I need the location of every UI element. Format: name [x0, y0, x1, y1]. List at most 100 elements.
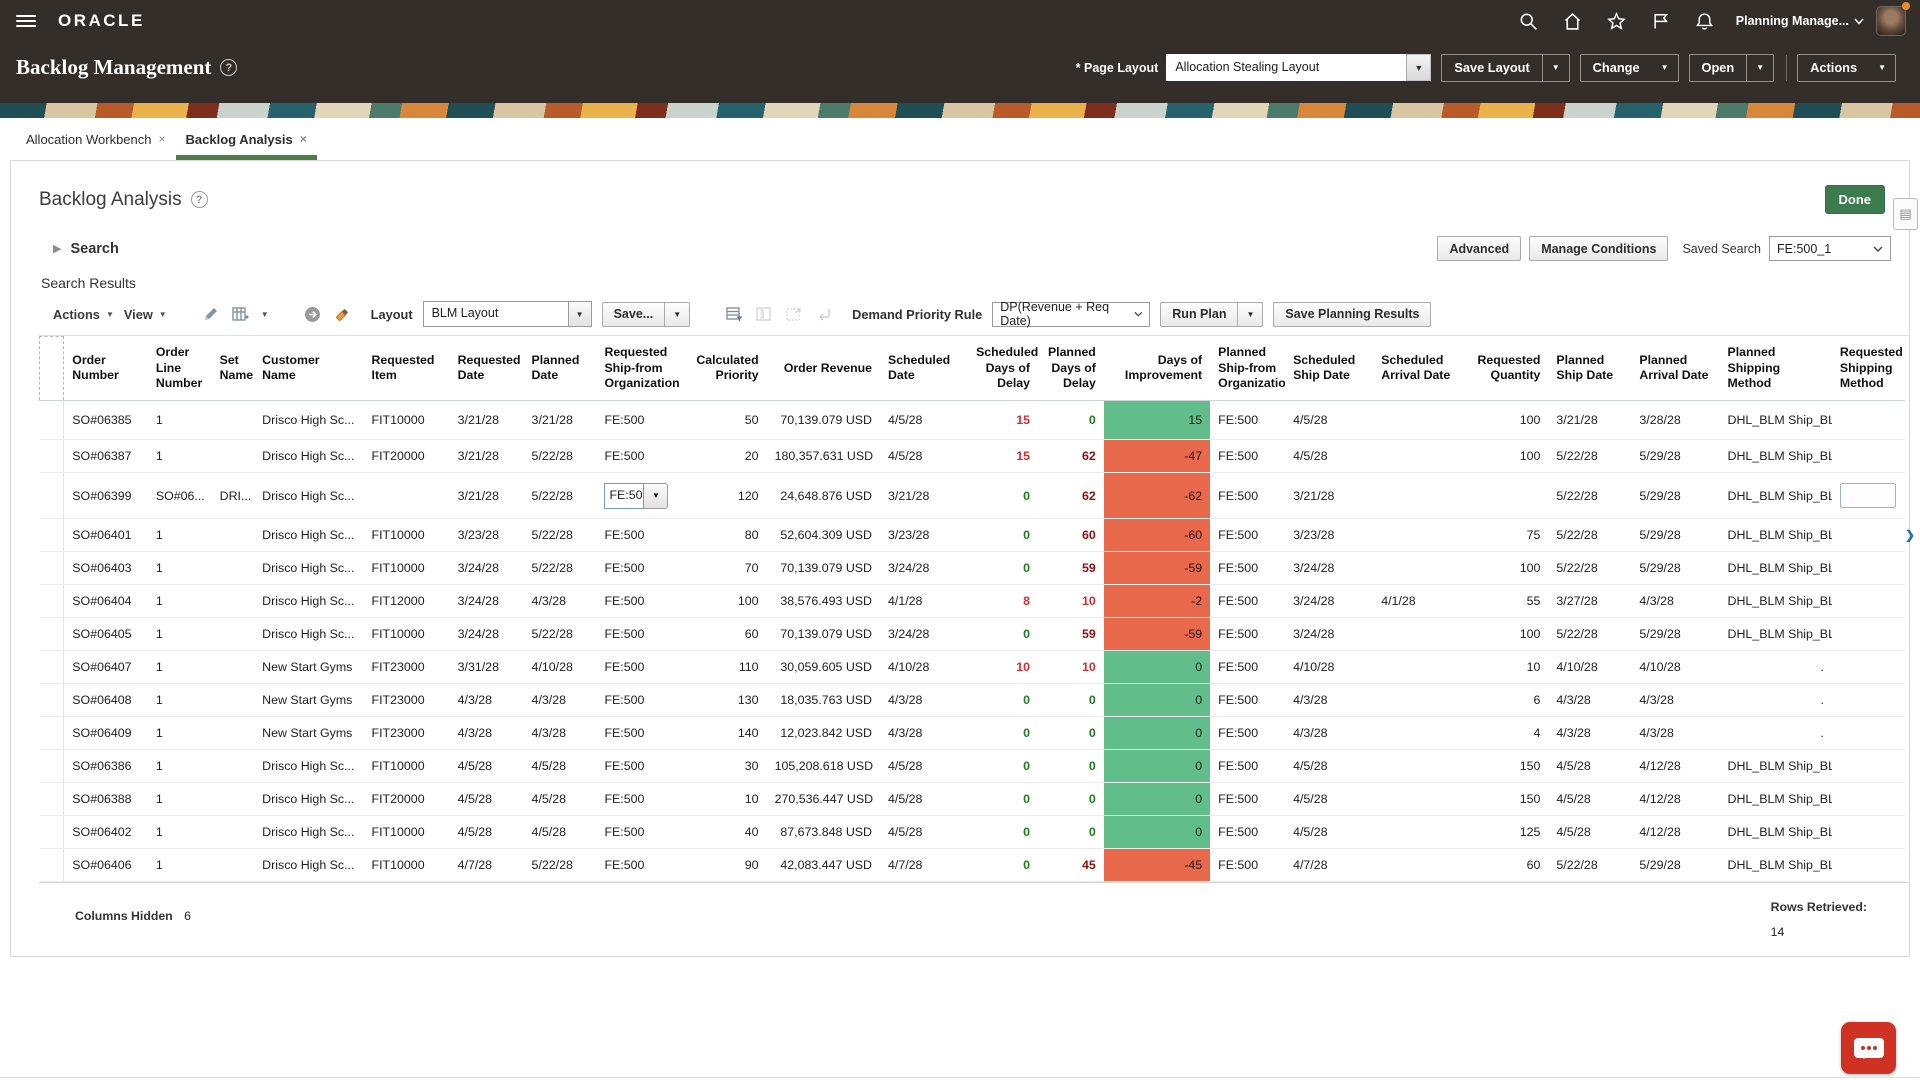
row-select-gutter[interactable] — [40, 552, 64, 585]
layout-select[interactable]: BLM Layout ▼ — [423, 301, 592, 327]
tab-close-icon[interactable]: × — [300, 132, 307, 146]
go-to-row-icon[interactable] — [303, 304, 323, 324]
header-actions-button[interactable]: Actions▼ — [1797, 54, 1896, 82]
done-button[interactable]: Done — [1825, 185, 1886, 214]
scroll-right-arrow-icon[interactable]: ❯ — [1905, 528, 1915, 542]
manage-conditions-button[interactable]: Manage Conditions — [1529, 236, 1668, 261]
column-header-improve[interactable]: Days of Improvement — [1104, 337, 1210, 401]
help-icon[interactable]: ? — [220, 59, 237, 76]
edit-pencil-icon[interactable] — [201, 304, 221, 324]
panel-help-icon[interactable]: ? — [191, 191, 208, 208]
tab-backlog-analysis[interactable]: Backlog Analysis × — [176, 118, 317, 160]
table-row[interactable]: SO#064021Drisco High Sc...FIT100004/5/28… — [40, 816, 1906, 849]
flag-icon[interactable] — [1650, 10, 1672, 32]
page-layout-select[interactable]: Allocation Stealing Layout ▼ — [1166, 54, 1431, 81]
row-select-gutter[interactable] — [40, 618, 64, 651]
row-select-gutter[interactable] — [40, 473, 64, 519]
cell-set — [212, 519, 255, 552]
select-all-gutter[interactable] — [40, 337, 64, 401]
column-header-plan_delay[interactable]: Planned Days of Delay — [1038, 337, 1104, 401]
requested-shipping-method-input[interactable] — [1840, 483, 1896, 508]
column-header-req_date[interactable]: Requested Date — [450, 337, 524, 401]
table-row[interactable]: SO#063851Drisco High Sc...FIT100003/21/2… — [40, 401, 1906, 440]
home-icon[interactable] — [1562, 10, 1584, 32]
page-layout-dropdown-button[interactable]: ▼ — [1406, 54, 1431, 81]
run-plan-button[interactable]: Run Plan▼ — [1160, 302, 1263, 327]
hamburger-menu-icon[interactable] — [16, 15, 36, 27]
table-row[interactable]: SO#063871Drisco High Sc...FIT200003/21/2… — [40, 440, 1906, 473]
row-select-gutter[interactable] — [40, 816, 64, 849]
cell-revenue: 180,357.631 USD — [767, 440, 880, 473]
column-header-plan_org[interactable]: Planned Ship-from Organization — [1210, 337, 1285, 401]
column-header-plan_arr[interactable]: Planned Arrival Date — [1631, 337, 1719, 401]
column-header-sched_arr[interactable]: Scheduled Arrival Date — [1373, 337, 1464, 401]
saved-search-select[interactable]: FE:500_1 — [1769, 236, 1891, 261]
manage-columns-icon[interactable] — [231, 304, 251, 324]
cell-priority: 50 — [682, 401, 767, 440]
demand-priority-rule-select[interactable]: DP(Revenue + Req Date) — [992, 302, 1150, 327]
column-header-sched_delay[interactable]: Scheduled Days of Delay — [968, 337, 1038, 401]
row-select-gutter[interactable] — [40, 717, 64, 750]
row-select-gutter[interactable] — [40, 684, 64, 717]
ship-org-combobox[interactable]: FE:50▼ — [604, 483, 668, 509]
combobox-dropdown-icon[interactable]: ▼ — [644, 483, 668, 509]
row-select-gutter[interactable] — [40, 750, 64, 783]
table-row[interactable]: SO#064031Drisco High Sc...FIT100003/24/2… — [40, 552, 1906, 585]
table-row[interactable]: SO#064011Drisco High Sc...FIT100003/23/2… — [40, 519, 1906, 552]
table-row[interactable]: SO#064061Drisco High Sc...FIT100004/7/28… — [40, 849, 1906, 882]
highlight-eraser-icon[interactable] — [333, 304, 353, 324]
favorites-star-icon[interactable] — [1606, 10, 1628, 32]
column-header-plan_ship[interactable]: Planned Ship Date — [1548, 337, 1631, 401]
tab-close-icon[interactable]: × — [159, 132, 166, 146]
table-row[interactable]: SO#064081New Start GymsFIT230004/3/284/3… — [40, 684, 1906, 717]
avatar[interactable] — [1876, 6, 1906, 36]
row-select-gutter[interactable] — [40, 440, 64, 473]
search-expand-arrow-icon[interactable]: ▶ — [53, 242, 61, 255]
cell-req_date: 4/3/28 — [450, 717, 524, 750]
table-row[interactable]: SO#064071New Start GymsFIT230003/31/284/… — [40, 651, 1906, 684]
column-header-revenue[interactable]: Order Revenue — [767, 337, 880, 401]
row-select-gutter[interactable] — [40, 651, 64, 684]
column-header-set[interactable]: Set Name — [212, 337, 255, 401]
column-header-qty[interactable]: Requested Quantity — [1464, 337, 1548, 401]
table-row[interactable]: SO#064051Drisco High Sc...FIT100003/24/2… — [40, 618, 1906, 651]
tab-allocation-workbench[interactable]: Allocation Workbench × — [16, 118, 176, 160]
column-header-line[interactable]: Order Line Number — [148, 337, 212, 401]
column-header-order[interactable]: Order Number — [64, 337, 148, 401]
column-header-sched_date[interactable]: Scheduled Date — [880, 337, 968, 401]
table-row[interactable]: SO#064091New Start GymsFIT230004/3/284/3… — [40, 717, 1906, 750]
column-header-planned_date[interactable]: Planned Date — [524, 337, 597, 401]
open-button[interactable]: Open▼ — [1689, 54, 1775, 82]
table-row[interactable]: SO#063881Drisco High Sc...FIT200004/5/28… — [40, 783, 1906, 816]
save-planning-results-button[interactable]: Save Planning Results — [1273, 302, 1431, 327]
layout-dropdown-button[interactable]: ▼ — [568, 301, 592, 327]
filter-table-icon[interactable] — [724, 304, 744, 324]
row-select-gutter[interactable] — [40, 519, 64, 552]
grid-view-menu[interactable]: View▼ — [124, 307, 167, 322]
column-header-req_org[interactable]: Requested Ship-from Organization — [596, 337, 681, 401]
row-select-gutter[interactable] — [40, 401, 64, 440]
manage-columns-caret[interactable]: ▼ — [261, 310, 269, 319]
row-select-gutter[interactable] — [40, 849, 64, 882]
table-row[interactable]: SO#06399SO#06...DRI...Drisco High Sc...3… — [40, 473, 1906, 519]
grid-actions-menu[interactable]: Actions▼ — [53, 307, 114, 322]
row-select-gutter[interactable] — [40, 783, 64, 816]
change-button[interactable]: Change▼ — [1580, 54, 1679, 82]
row-select-gutter[interactable] — [40, 585, 64, 618]
column-header-priority[interactable]: Calculated Priority — [682, 337, 767, 401]
save-layout-button[interactable]: Save Layout▼ — [1441, 54, 1569, 82]
column-header-item[interactable]: Requested Item — [364, 337, 450, 401]
column-header-plan_method[interactable]: Planned Shipping Method — [1720, 337, 1832, 401]
search-icon[interactable] — [1518, 10, 1540, 32]
table-row[interactable]: SO#064041Drisco High Sc...FIT120003/24/2… — [40, 585, 1906, 618]
side-panel-toggle-icon[interactable]: ▤ — [1893, 198, 1918, 230]
column-header-sched_ship[interactable]: Scheduled Ship Date — [1285, 337, 1373, 401]
notifications-bell-icon[interactable] — [1694, 10, 1716, 32]
column-header-req_method[interactable]: Requested Shipping Method — [1832, 337, 1905, 401]
chat-widget-icon[interactable] — [1841, 1022, 1896, 1074]
column-header-customer[interactable]: Customer Name — [254, 337, 363, 401]
save-layout-as-button[interactable]: Save...▼ — [602, 302, 691, 327]
user-menu[interactable]: Planning Manage... — [1736, 14, 1864, 28]
advanced-button[interactable]: Advanced — [1437, 236, 1521, 261]
table-row[interactable]: SO#063861Drisco High Sc...FIT100004/5/28… — [40, 750, 1906, 783]
